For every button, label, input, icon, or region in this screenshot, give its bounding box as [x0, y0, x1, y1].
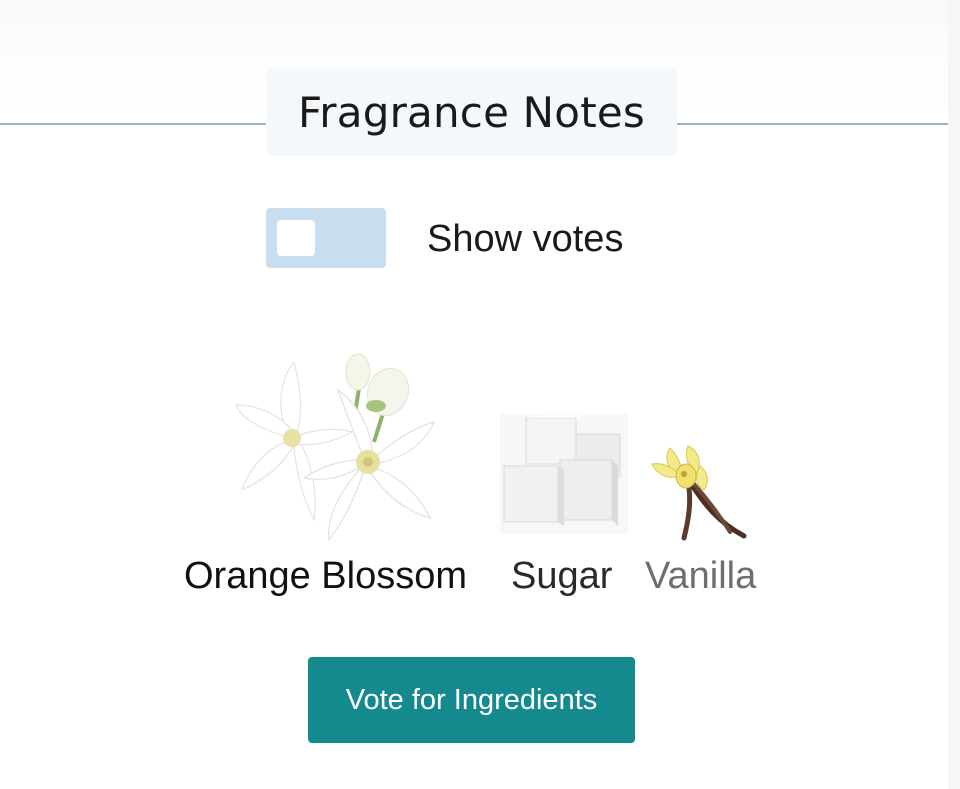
note-label-sugar[interactable]: Sugar [511, 552, 612, 600]
show-votes-toggle[interactable] [266, 208, 386, 268]
vote-for-ingredients-button[interactable]: Vote for Ingredients [308, 657, 635, 743]
section-title: Fragrance Notes [266, 69, 677, 156]
section-divider-right [677, 123, 948, 125]
note-label-orange-blossom[interactable]: Orange Blossom [184, 552, 467, 600]
page: Fragrance Notes Show votes Orange Blosso… [0, 0, 960, 789]
orange-blossom-image [235, 353, 436, 542]
toggle-knob [277, 220, 315, 256]
show-votes-label: Show votes [427, 218, 624, 260]
note-label-vanilla[interactable]: Vanilla [645, 552, 756, 600]
page-edge [948, 0, 960, 789]
vanilla-image [651, 445, 747, 541]
sugar-cubes-image [500, 414, 628, 534]
section-divider-left [0, 123, 266, 125]
